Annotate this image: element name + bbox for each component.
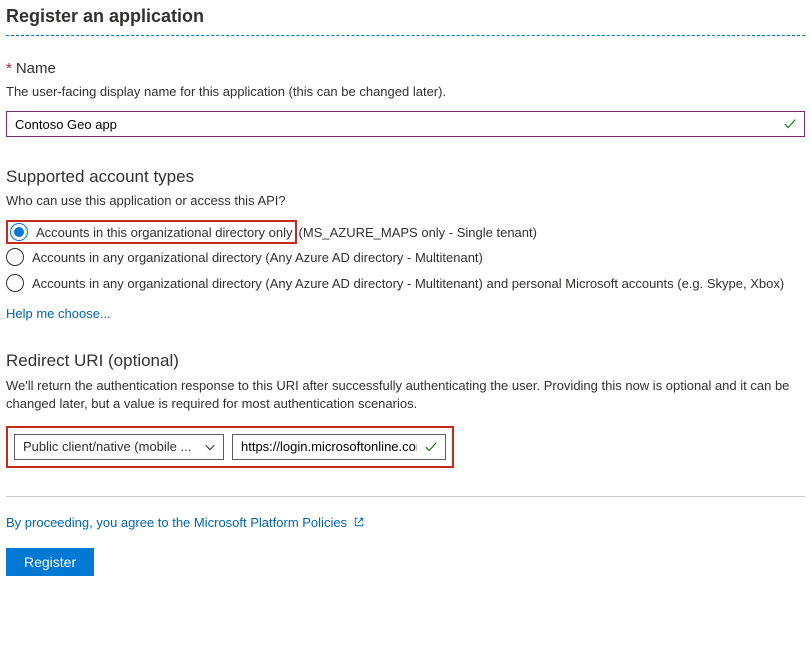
required-star: *: [6, 60, 12, 77]
radio-option-multitenant[interactable]: Accounts in any organizational directory…: [6, 244, 805, 270]
policies-link-text: Microsoft Platform Policies: [194, 515, 347, 530]
radio-icon: [10, 223, 28, 241]
name-description: The user-facing display name for this ap…: [6, 83, 805, 101]
redirect-type-dropdown[interactable]: Public client/native (mobile ...: [14, 434, 224, 460]
account-types-heading: Supported account types: [6, 167, 805, 187]
name-label-text: Name: [16, 60, 56, 77]
platform-policies-link[interactable]: By proceeding, you agree to the Microsof…: [6, 515, 347, 530]
footer-separator: [6, 496, 805, 497]
redirect-uri-section: Redirect URI (optional) We'll return the…: [6, 351, 805, 467]
radio-option-multitenant-personal[interactable]: Accounts in any organizational directory…: [6, 270, 805, 296]
chevron-down-icon: [203, 440, 217, 454]
policies-prefix: By proceeding, you agree to the: [6, 515, 194, 530]
radio-icon: [6, 274, 24, 292]
name-input[interactable]: [6, 111, 805, 137]
radio-label: Accounts in any organizational directory…: [32, 250, 483, 265]
help-me-choose-link[interactable]: Help me choose...: [6, 306, 111, 321]
radio-label-suffix: (MS_AZURE_MAPS only - Single tenant): [299, 225, 537, 240]
page-title: Register an application: [6, 6, 805, 27]
register-button[interactable]: Register: [6, 548, 94, 576]
redirect-uri-input[interactable]: [232, 434, 446, 460]
radio-option-single-tenant[interactable]: Accounts in this organizational director…: [6, 220, 805, 244]
radio-label-main: Accounts in this organizational director…: [36, 225, 293, 240]
radio-label: Accounts in any organizational directory…: [32, 276, 784, 291]
dropdown-value: Public client/native (mobile ...: [23, 439, 197, 454]
radio-icon: [6, 248, 24, 266]
name-section: *Name The user-facing display name for t…: [6, 60, 805, 137]
name-label: *Name: [6, 60, 805, 77]
account-types-section: Supported account types Who can use this…: [6, 167, 805, 321]
annotation-highlight-redirect: Public client/native (mobile ...: [6, 426, 454, 468]
redirect-uri-heading: Redirect URI (optional): [6, 351, 805, 371]
policies-row: By proceeding, you agree to the Microsof…: [6, 515, 805, 530]
external-link-icon: [353, 516, 365, 528]
redirect-uri-description: We'll return the authentication response…: [6, 377, 805, 413]
account-types-question: Who can use this application or access t…: [6, 193, 805, 208]
annotation-highlight-radio: Accounts in this organizational director…: [6, 220, 297, 244]
header-separator: [6, 35, 805, 36]
